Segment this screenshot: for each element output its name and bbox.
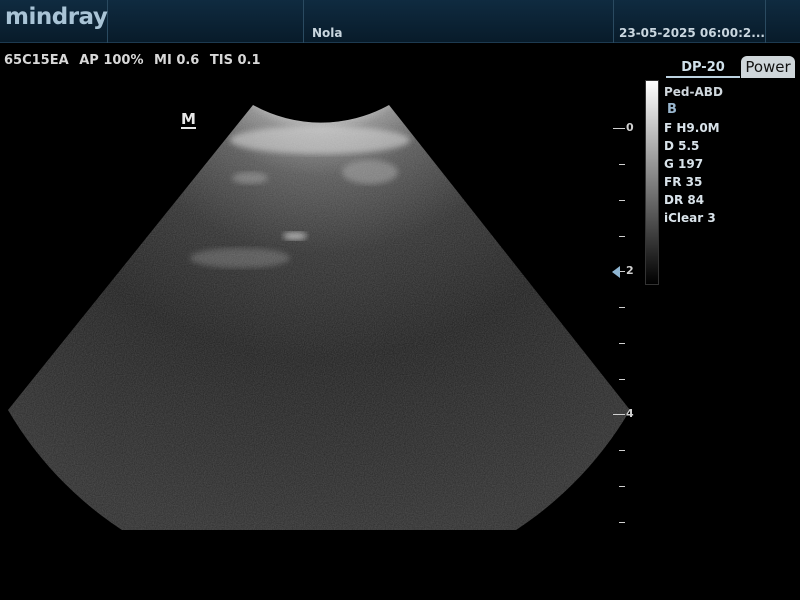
focus-marker-icon[interactable] [612,266,620,278]
param-iclear: iClear 3 [664,211,716,225]
tab-power[interactable]: Power [741,56,795,78]
param-gain: G 197 [664,157,704,171]
imaging-params: Ped-ABD B F H9.0M D 5.5 G 197 FR 35 DR 8… [664,83,723,227]
sector-scan [8,105,630,530]
imaging-mode: B [667,102,677,117]
param-frequency: F H9.0M [664,121,720,135]
param-frame-rate: FR 35 [664,175,703,189]
tab-dp[interactable]: DP-20 [666,58,740,78]
orientation-mark: M [181,110,196,129]
exam-preset: Ped-ABD [664,85,723,99]
grayscale-bar [645,80,659,285]
param-dynamic-range: DR 84 [664,193,705,207]
param-depth: D 5.5 [664,139,700,153]
